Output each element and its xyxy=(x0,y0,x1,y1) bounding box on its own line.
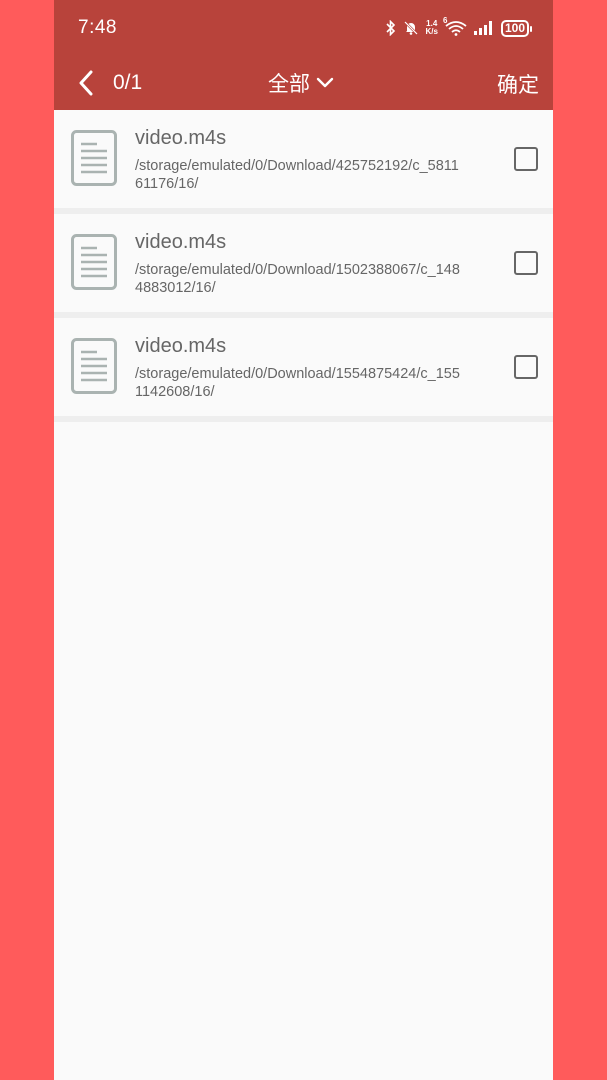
status-time: 7:48 xyxy=(78,17,117,38)
document-icon xyxy=(71,234,117,290)
file-list: video.m4s /storage/emulated/0/Download/4… xyxy=(54,110,553,422)
battery-icon: 100 xyxy=(500,19,533,37)
document-icon xyxy=(71,338,117,394)
wifi-badge: 6 xyxy=(442,16,448,25)
bluetooth-icon xyxy=(385,20,396,36)
signal-icon xyxy=(473,21,494,35)
select-checkbox[interactable] xyxy=(514,251,538,275)
filter-dropdown[interactable]: 全部 xyxy=(268,68,334,98)
wifi-icon: 6 xyxy=(443,16,467,36)
confirm-button[interactable]: 确定 xyxy=(497,69,539,99)
chevron-down-icon xyxy=(316,77,334,88)
file-path: /storage/emulated/0/Download/1554875424/… xyxy=(135,366,460,400)
list-item[interactable]: video.m4s /storage/emulated/0/Download/1… xyxy=(54,214,553,318)
file-name: video.m4s xyxy=(135,231,227,253)
file-path: /storage/emulated/0/Download/425752192/c… xyxy=(135,158,459,192)
file-name: video.m4s xyxy=(135,127,227,149)
select-checkbox[interactable] xyxy=(514,147,538,171)
selection-counter: 0/1 xyxy=(113,71,143,94)
file-path: /storage/emulated/0/Download/1502388067/… xyxy=(135,262,460,296)
file-name: video.m4s xyxy=(135,335,227,357)
chevron-left-icon xyxy=(79,70,93,96)
list-item[interactable]: video.m4s /storage/emulated/0/Download/1… xyxy=(54,318,553,422)
status-bar: 7:48 1.4 K/s 6 100 xyxy=(54,0,553,56)
top-toolbar: 0/1 全部 确定 xyxy=(54,56,553,110)
document-icon xyxy=(71,130,117,186)
select-checkbox[interactable] xyxy=(514,355,538,379)
bell-off-icon xyxy=(403,20,419,36)
filter-label: 全部 xyxy=(268,73,310,96)
status-icons: 1.4 K/s 6 100 xyxy=(385,16,533,37)
back-button[interactable] xyxy=(72,68,100,98)
net-speed: 1.4 K/s xyxy=(425,19,438,36)
list-item[interactable]: video.m4s /storage/emulated/0/Download/4… xyxy=(54,110,553,214)
phone-screen: 7:48 1.4 K/s 6 100 0/1 全部 确定 video.m4s /… xyxy=(54,0,553,1080)
